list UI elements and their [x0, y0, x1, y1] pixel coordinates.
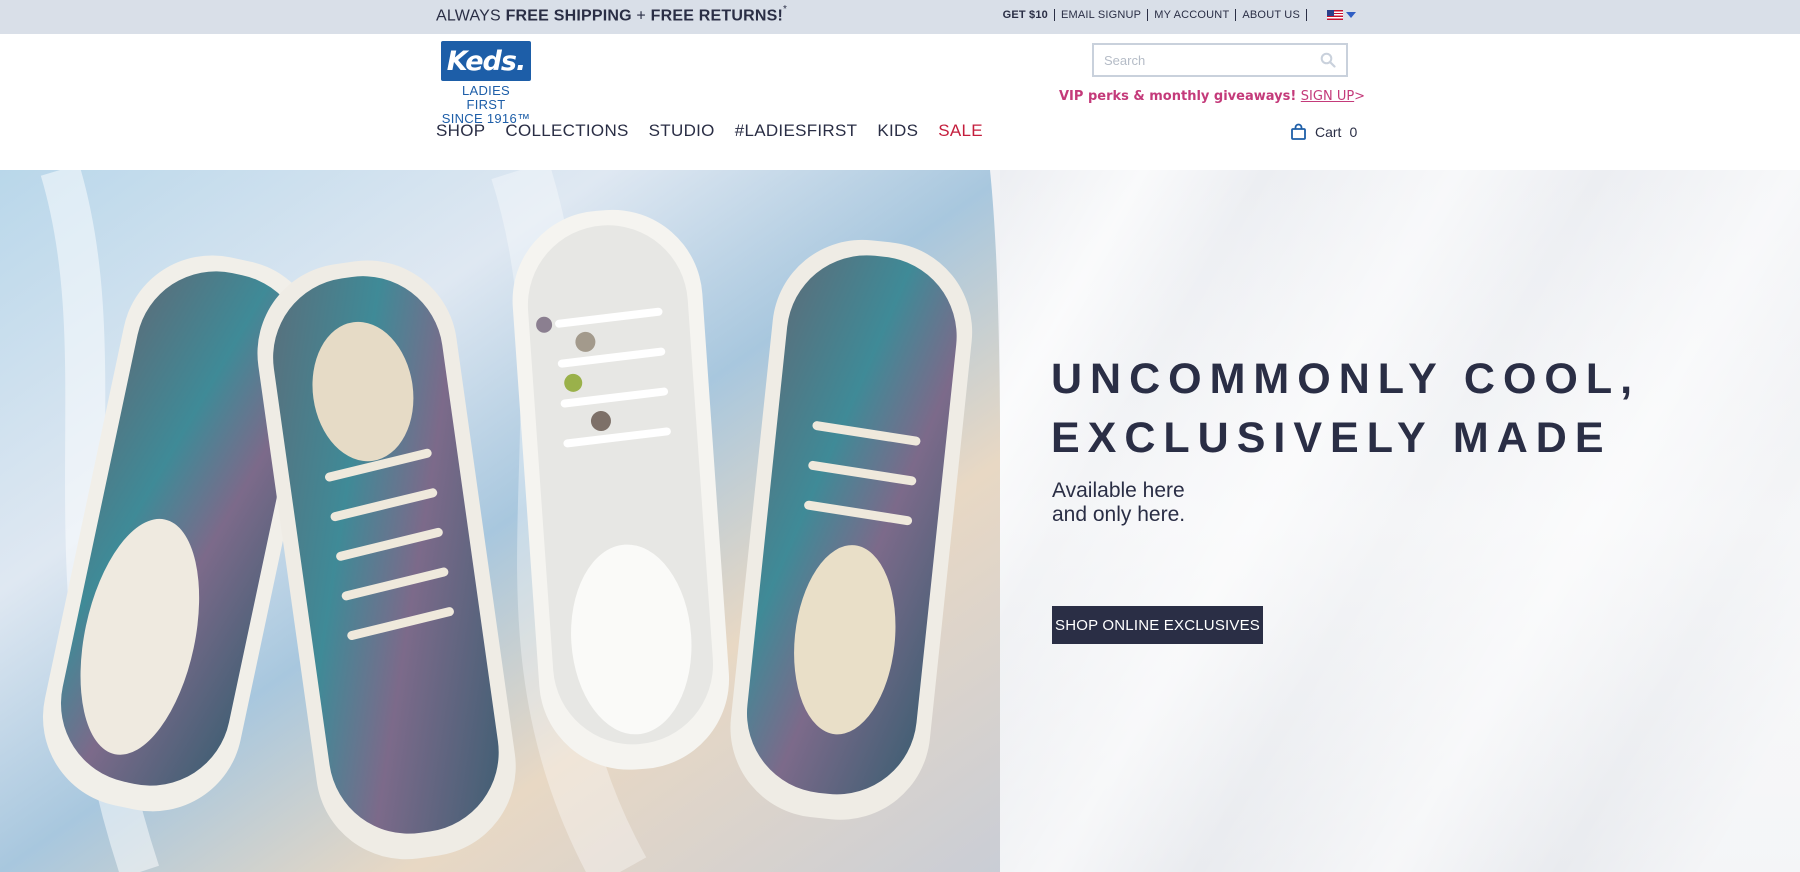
shopping-bag-icon — [1291, 123, 1306, 140]
site-header: Keds. LADIES FIRST SINCE 1916™ VIP perks… — [0, 34, 1800, 170]
us-flag-icon — [1327, 10, 1343, 20]
promo-prefix: ALWAYS — [436, 7, 506, 25]
search-icon[interactable] — [1320, 52, 1336, 68]
shop-online-exclusives-button[interactable]: SHOP ONLINE EXCLUSIVES — [1052, 606, 1263, 644]
search-input[interactable] — [1094, 45, 1314, 75]
promo-free-returns: FREE RETURNS! — [650, 7, 783, 25]
vip-text: VIP perks & monthly giveaways! — [1059, 89, 1301, 104]
vip-arrow: > — [1354, 89, 1366, 104]
get-10-link[interactable]: GET $10 — [1003, 9, 1054, 21]
hero-headline-line1: UNCOMMONLY COOL, — [1051, 355, 1641, 403]
nav-item-collections[interactable]: COLLECTIONS — [505, 121, 628, 141]
country-selector[interactable] — [1327, 10, 1356, 20]
my-account-link[interactable]: MY ACCOUNT — [1148, 9, 1235, 21]
vip-signup-promo: VIP perks & monthly giveaways! SIGN UP> — [1059, 89, 1365, 104]
main-nav: SHOP COLLECTIONS STUDIO #LADIESFIRST KID… — [436, 121, 1003, 141]
free-shipping-promo[interactable]: ALWAYS FREE SHIPPING + FREE RETURNS!* — [436, 4, 788, 25]
top-promo-bar: ALWAYS FREE SHIPPING + FREE RETURNS!* GE… — [0, 0, 1800, 34]
divider — [1306, 9, 1307, 21]
hero-sub-line2: and only here. — [1052, 503, 1186, 526]
hero-subheadline: Available here and only here. — [1052, 479, 1185, 527]
logo-wordmark: Keds. — [446, 45, 526, 77]
nav-item-sale[interactable]: SALE — [938, 121, 983, 141]
logo-badge: Keds. — [441, 41, 531, 81]
hero-headline-line2: EXCLUSIVELY MADE — [1051, 414, 1612, 462]
cart-link[interactable]: Cart 0 — [1290, 123, 1357, 140]
nav-item-studio[interactable]: STUDIO — [649, 121, 715, 141]
hero-headline: UNCOMMONLY COOL, EXCLUSIVELY MADE — [1051, 350, 1640, 468]
vip-signup-link[interactable]: SIGN UP — [1301, 89, 1354, 104]
promo-plus: + — [631, 7, 651, 25]
promo-asterisk: * — [783, 4, 788, 15]
keds-logo[interactable]: Keds. LADIES FIRST SINCE 1916™ — [441, 41, 531, 126]
nav-item-kids[interactable]: KIDS — [877, 121, 918, 141]
logo-tagline: LADIES FIRST — [461, 83, 511, 112]
hero-banner: UNCOMMONLY COOL, EXCLUSIVELY MADE Availa… — [0, 170, 1800, 872]
nav-item-ladiesfirst[interactable]: #LADIESFIRST — [735, 121, 858, 141]
utility-links: GET $10 EMAIL SIGNUP MY ACCOUNT ABOUT US — [1003, 9, 1356, 21]
hero-sneakers-image[interactable] — [0, 170, 1014, 872]
cart-count: 0 — [1349, 123, 1358, 140]
promo-free-shipping: FREE SHIPPING — [505, 7, 632, 25]
cart-label: Cart — [1315, 123, 1342, 140]
chevron-down-icon — [1346, 12, 1356, 18]
search-box — [1092, 43, 1348, 77]
email-signup-link[interactable]: EMAIL SIGNUP — [1055, 9, 1147, 21]
hero-sub-line1: Available here — [1052, 479, 1185, 502]
about-us-link[interactable]: ABOUT US — [1236, 9, 1306, 21]
nav-item-shop[interactable]: SHOP — [436, 121, 485, 141]
